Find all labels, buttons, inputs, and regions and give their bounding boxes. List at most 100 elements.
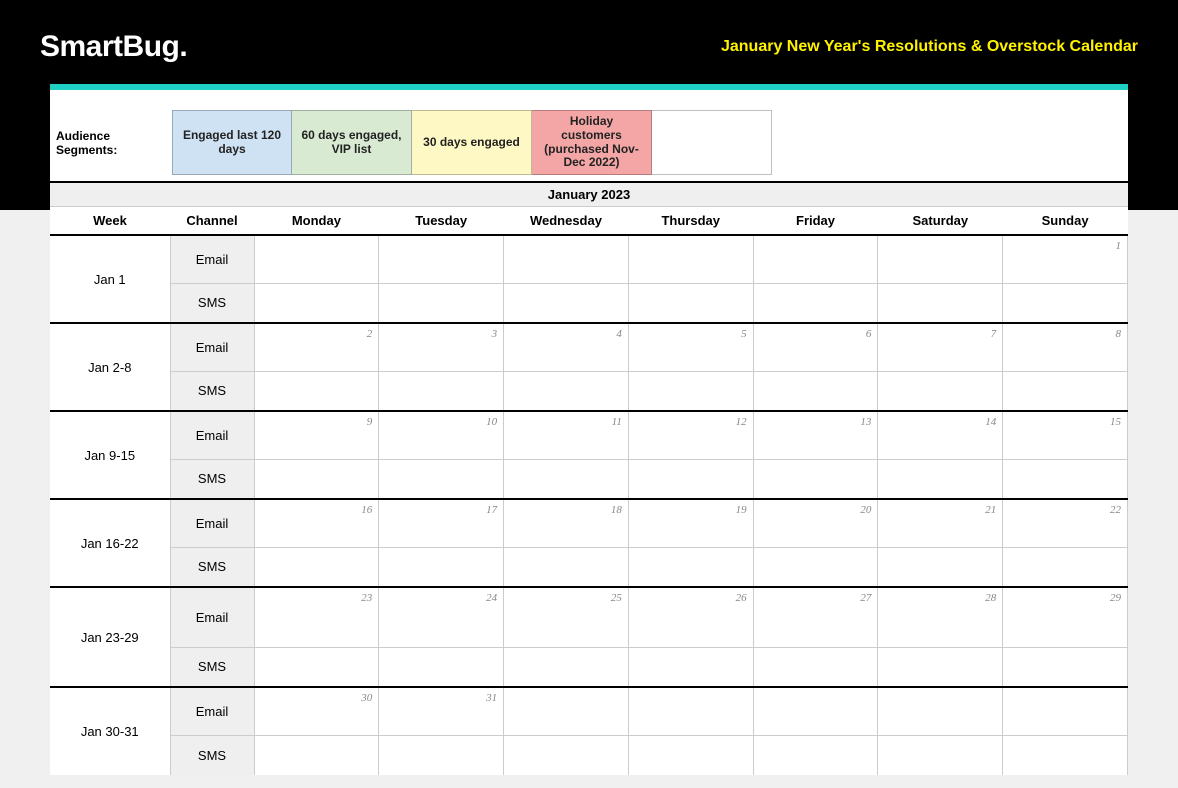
calendar-cell[interactable]: 14 xyxy=(878,411,1003,459)
calendar-cell[interactable] xyxy=(379,283,504,323)
calendar-cell[interactable] xyxy=(1003,283,1128,323)
calendar-cell[interactable] xyxy=(504,459,629,499)
calendar-cell[interactable] xyxy=(254,647,379,687)
calendar-cell[interactable] xyxy=(504,235,629,283)
calendar-cell[interactable]: 4 xyxy=(504,323,629,371)
calendar-cell[interactable] xyxy=(878,687,1003,735)
audience-segment-3: Holiday customers (purchased Nov-Dec 202… xyxy=(532,110,652,175)
calendar-cell[interactable] xyxy=(753,735,878,775)
calendar-cell[interactable] xyxy=(878,547,1003,587)
calendar-cell[interactable]: 16 xyxy=(254,499,379,547)
calendar-cell[interactable] xyxy=(878,283,1003,323)
calendar-cell[interactable]: 22 xyxy=(1003,499,1128,547)
month-header: January 2023 xyxy=(50,181,1128,207)
calendar-cell[interactable]: 25 xyxy=(504,587,629,647)
calendar-cell[interactable] xyxy=(628,735,753,775)
calendar-cell[interactable]: 15 xyxy=(1003,411,1128,459)
calendar-table: Week Channel MondayTuesdayWednesdayThurs… xyxy=(50,207,1128,775)
calendar-cell[interactable] xyxy=(504,283,629,323)
calendar-cell[interactable] xyxy=(504,371,629,411)
calendar-cell[interactable] xyxy=(878,459,1003,499)
calendar-cell[interactable]: 19 xyxy=(628,499,753,547)
calendar-cell[interactable]: 7 xyxy=(878,323,1003,371)
calendar-cell[interactable] xyxy=(1003,735,1128,775)
calendar-cell[interactable] xyxy=(254,459,379,499)
calendar-cell[interactable] xyxy=(504,687,629,735)
calendar-cell[interactable] xyxy=(628,687,753,735)
audience-segment-2: 30 days engaged xyxy=(412,110,532,175)
calendar-cell[interactable] xyxy=(753,371,878,411)
channel-email: Email xyxy=(170,499,254,547)
calendar-cell[interactable] xyxy=(628,235,753,283)
calendar-cell[interactable] xyxy=(254,547,379,587)
calendar-cell[interactable]: 26 xyxy=(628,587,753,647)
calendar-cell[interactable] xyxy=(628,459,753,499)
calendar-cell[interactable] xyxy=(753,547,878,587)
calendar-cell[interactable] xyxy=(379,647,504,687)
calendar-cell[interactable] xyxy=(254,735,379,775)
calendar-cell[interactable] xyxy=(878,647,1003,687)
calendar-cell[interactable] xyxy=(753,459,878,499)
calendar-cell[interactable]: 2 xyxy=(254,323,379,371)
calendar-cell[interactable] xyxy=(379,371,504,411)
calendar-cell[interactable] xyxy=(628,371,753,411)
calendar-cell[interactable]: 30 xyxy=(254,687,379,735)
calendar-cell[interactable]: 28 xyxy=(878,587,1003,647)
calendar-cell[interactable] xyxy=(628,547,753,587)
calendar-cell[interactable] xyxy=(878,371,1003,411)
calendar-cell[interactable]: 13 xyxy=(753,411,878,459)
calendar-cell[interactable] xyxy=(1003,371,1128,411)
calendar-cell[interactable] xyxy=(628,647,753,687)
calendar-cell[interactable]: 12 xyxy=(628,411,753,459)
audience-segment-0: Engaged last 120 days xyxy=(172,110,292,175)
channel-sms: SMS xyxy=(170,283,254,323)
calendar-cell[interactable]: 17 xyxy=(379,499,504,547)
calendar-cell[interactable] xyxy=(628,283,753,323)
calendar-cell[interactable]: 24 xyxy=(379,587,504,647)
calendar-cell[interactable] xyxy=(504,547,629,587)
calendar-cell[interactable] xyxy=(379,235,504,283)
calendar-cell[interactable] xyxy=(753,283,878,323)
channel-email: Email xyxy=(170,411,254,459)
calendar-cell[interactable]: 20 xyxy=(753,499,878,547)
day-number: 20 xyxy=(860,504,871,516)
day-number: 21 xyxy=(985,504,996,516)
calendar-cell[interactable] xyxy=(504,647,629,687)
day-number: 5 xyxy=(741,328,747,340)
calendar-cell[interactable] xyxy=(254,235,379,283)
calendar-cell[interactable]: 21 xyxy=(878,499,1003,547)
calendar-cell[interactable] xyxy=(379,459,504,499)
calendar-cell[interactable] xyxy=(379,547,504,587)
calendar-cell[interactable]: 29 xyxy=(1003,587,1128,647)
col-header-day-4: Friday xyxy=(753,207,878,235)
day-number: 18 xyxy=(611,504,622,516)
calendar-cell[interactable]: 27 xyxy=(753,587,878,647)
calendar-cell[interactable] xyxy=(753,647,878,687)
calendar-cell[interactable]: 9 xyxy=(254,411,379,459)
calendar-cell[interactable] xyxy=(878,235,1003,283)
calendar-cell[interactable]: 8 xyxy=(1003,323,1128,371)
calendar-cell[interactable] xyxy=(504,735,629,775)
calendar-cell[interactable] xyxy=(1003,647,1128,687)
calendar-cell[interactable] xyxy=(1003,547,1128,587)
calendar-cell[interactable] xyxy=(254,283,379,323)
calendar-cell[interactable] xyxy=(878,735,1003,775)
calendar-cell[interactable] xyxy=(1003,459,1128,499)
calendar-cell[interactable] xyxy=(753,235,878,283)
calendar-cell[interactable]: 1 xyxy=(1003,235,1128,283)
calendar-cell[interactable]: 18 xyxy=(504,499,629,547)
calendar-cell[interactable] xyxy=(1003,687,1128,735)
calendar-cell[interactable] xyxy=(753,687,878,735)
channel-email: Email xyxy=(170,323,254,371)
calendar-cell[interactable]: 31 xyxy=(379,687,504,735)
day-number: 4 xyxy=(616,328,622,340)
calendar-cell[interactable] xyxy=(254,371,379,411)
week-label: Jan 9-15 xyxy=(50,411,170,499)
calendar-cell[interactable] xyxy=(379,735,504,775)
calendar-cell[interactable]: 6 xyxy=(753,323,878,371)
calendar-cell[interactable]: 23 xyxy=(254,587,379,647)
calendar-cell[interactable]: 3 xyxy=(379,323,504,371)
calendar-cell[interactable]: 11 xyxy=(504,411,629,459)
calendar-cell[interactable]: 5 xyxy=(628,323,753,371)
calendar-cell[interactable]: 10 xyxy=(379,411,504,459)
